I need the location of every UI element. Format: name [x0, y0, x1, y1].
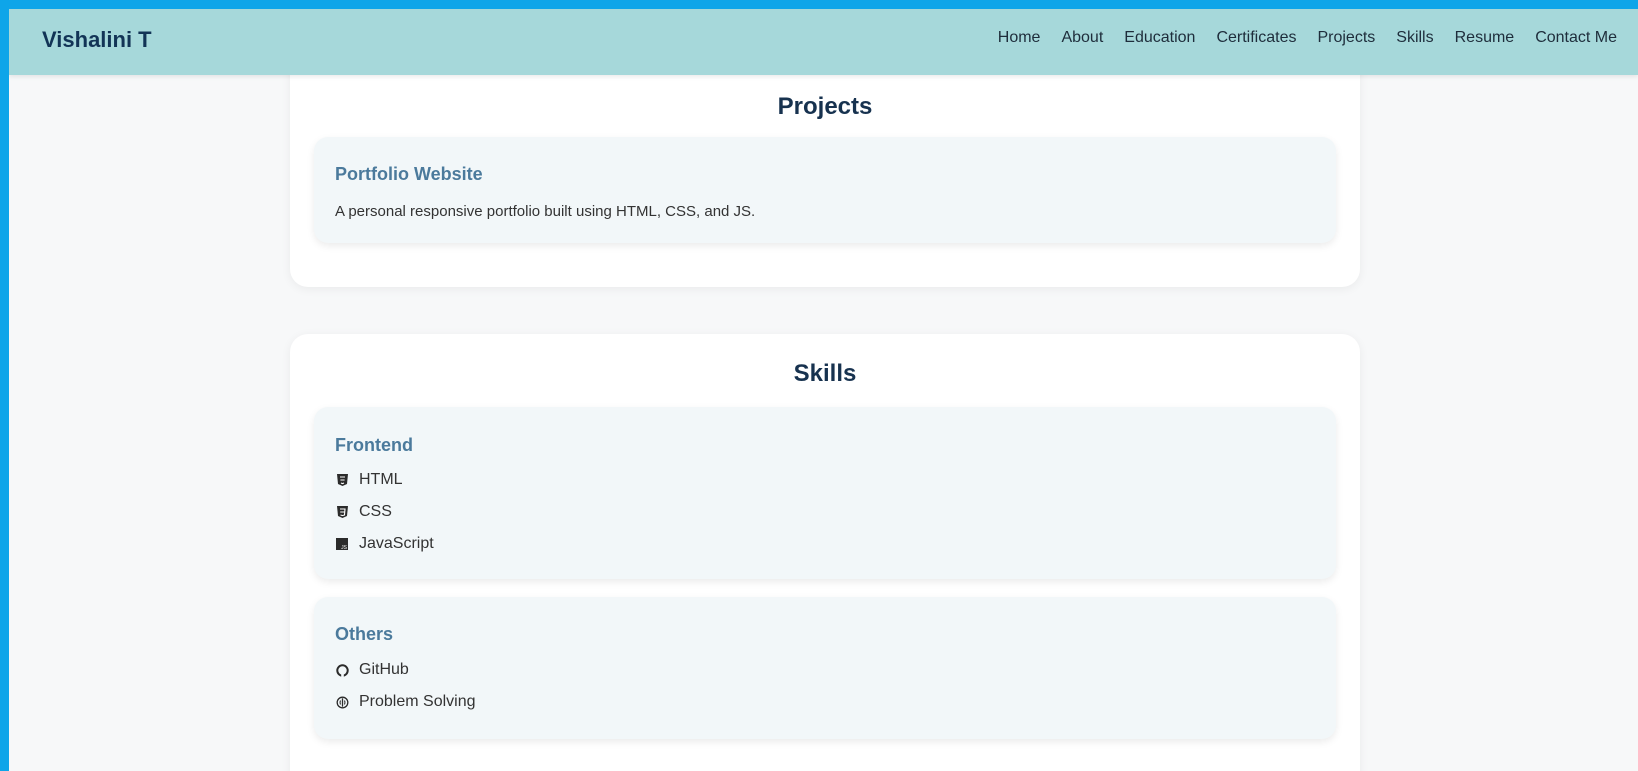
page-frame: Vishalini T Home About Education Certifi… [9, 9, 1638, 771]
skill-label: CSS [359, 503, 392, 520]
project-title: Portfolio Website [335, 164, 483, 184]
project-description: A personal responsive portfolio built us… [335, 203, 756, 220]
svg-text:JS: JS [341, 545, 348, 550]
skill-item-javascript: JS JavaScript [335, 535, 434, 553]
html5-icon [335, 473, 349, 487]
nav-link-home[interactable]: Home [998, 29, 1041, 47]
skill-item-html: HTML [335, 471, 403, 489]
skill-label: Problem Solving [359, 693, 476, 710]
skill-item-problem-solving: Problem Solving [335, 693, 476, 711]
project-card: Portfolio Website A personal responsive … [314, 137, 1336, 243]
nav-link-contact[interactable]: Contact Me [1535, 29, 1617, 47]
css3-icon [335, 505, 349, 519]
nav-link-resume[interactable]: Resume [1455, 29, 1515, 47]
skill-group-others: Others GitHub Problem Solving [314, 597, 1336, 739]
github-icon [335, 663, 349, 677]
nav-link-education[interactable]: Education [1124, 29, 1195, 47]
skill-group-frontend: Frontend HTML CSS JS JavaScript [314, 407, 1336, 579]
skill-item-github: GitHub [335, 661, 409, 679]
skills-heading: Skills [793, 360, 857, 387]
top-navbar: Vishalini T Home About Education Certifi… [9, 9, 1638, 75]
skill-group-title: Others [335, 624, 394, 644]
brand-name[interactable]: Vishalini T [42, 27, 152, 53]
nav-link-about[interactable]: About [1061, 29, 1103, 47]
javascript-icon: JS [335, 537, 349, 551]
skill-item-css: CSS [335, 503, 392, 521]
nav-link-certificates[interactable]: Certificates [1216, 29, 1296, 47]
skill-label: JavaScript [359, 535, 434, 552]
skills-section: Skills Frontend HTML CSS JS JavaScript O… [290, 334, 1360, 771]
nav-link-projects[interactable]: Projects [1317, 29, 1375, 47]
problem-solving-icon [335, 695, 349, 709]
nav-links: Home About Education Certificates Projec… [977, 29, 1617, 47]
projects-heading: Projects [777, 93, 873, 120]
skill-group-title: Frontend [335, 435, 413, 455]
skill-label: HTML [359, 471, 403, 488]
nav-link-skills[interactable]: Skills [1396, 29, 1433, 47]
skill-label: GitHub [359, 661, 409, 678]
